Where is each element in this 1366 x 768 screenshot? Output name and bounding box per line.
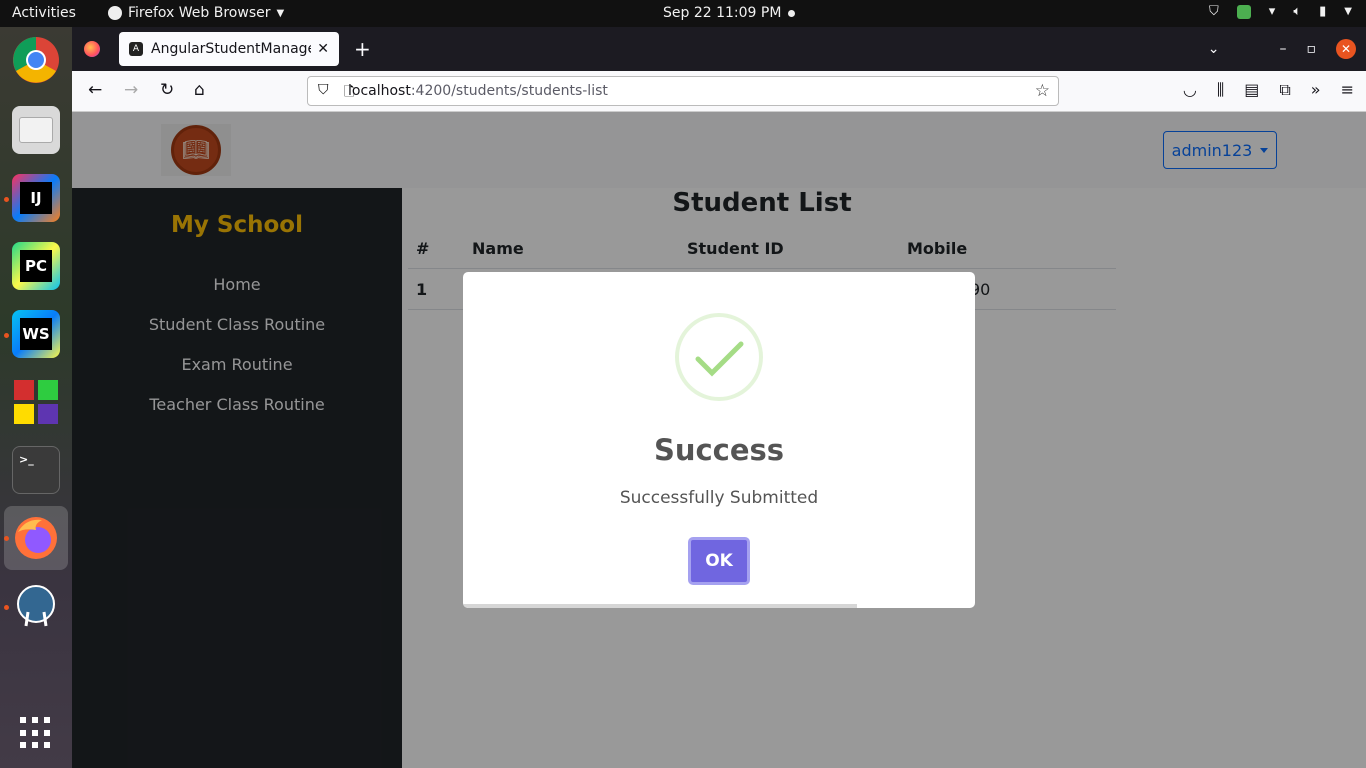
dialog-title: Success [653,433,785,467]
battery-icon[interactable]: ▮ [1319,4,1326,19]
firefox-view-icon[interactable] [84,41,100,57]
system-top-bar: Activities Firefox Web Browser ▼ Sep 22 … [0,0,1366,27]
tab-active[interactable]: A AngularStudentManagement ✕ [119,32,339,66]
tab-title: AngularStudentManagement [151,41,311,57]
home-icon[interactable]: ⌂ [194,80,205,100]
page-info-icon[interactable]: 🗋 [344,83,354,105]
tab-list-chevron-icon[interactable]: ⌄ [1208,41,1220,57]
tracking-shield-icon[interactable]: ⛉ [318,82,329,98]
chrome-icon[interactable] [12,36,60,84]
wifi-icon[interactable]: ▾ [1269,4,1276,19]
clock[interactable]: Sep 22 11:09 PM [663,5,781,21]
minimize-icon[interactable]: – [1280,41,1287,57]
url-host: localhost [348,83,411,99]
reload-icon[interactable]: ↻ [160,80,174,100]
bookmark-star-icon[interactable]: ☆ [1035,81,1050,101]
dialog-message: Successfully Submitted [619,488,819,508]
modal-backdrop[interactable]: Success Successfully Submitted OK [72,112,1366,768]
navigation-toolbar: ← → ↻ ⌂ ⛉ 🗋 localhost :4200/students/stu… [72,71,1366,112]
chevron-down-icon: ▼ [276,7,285,19]
terminal-icon[interactable]: >_ [12,446,60,494]
update-icon[interactable] [1236,4,1251,19]
dock: IJ PC WS >_ [0,27,72,768]
grid-app-icon[interactable] [12,378,60,426]
power-menu-icon[interactable]: ▼ [1344,6,1352,17]
files-icon[interactable] [12,106,60,154]
angular-favicon-icon: A [129,42,143,56]
timer-progress-bar [463,604,858,608]
sidebar-toggle-icon[interactable]: ▤ [1244,80,1259,100]
success-dialog: Success Successfully Submitted OK [463,272,975,608]
tab-bar: A AngularStudentManagement ✕ + ⌄ – ▫ ✕ [72,27,1366,71]
forward-icon[interactable]: → [124,80,138,100]
activities-button[interactable]: Activities [12,5,76,21]
firefox-small-icon [108,6,122,20]
pycharm-icon[interactable]: PC [12,242,60,290]
window-controls: ⌄ – ▫ ✕ [1208,39,1356,59]
success-check-icon [675,313,763,401]
maximize-icon[interactable]: ▫ [1307,41,1317,57]
webstorm-icon[interactable]: WS [12,310,60,358]
intellij-icon[interactable]: IJ [12,174,60,222]
library-icon[interactable]: ⫼ [1217,80,1224,100]
close-tab-icon[interactable]: ✕ [317,41,329,57]
pocket-icon[interactable]: ◡ [1183,80,1197,100]
shield-icon[interactable]: ⛉ [1209,4,1219,19]
web-page: 📖︎ admin123 My School Home Student Class… [72,112,1366,768]
notification-dot [788,10,795,17]
firefox-icon[interactable] [12,514,60,562]
system-tray[interactable]: ⛉ ▾ 🔈︎ ▮ ▼ [1209,4,1352,19]
show-apps-icon[interactable] [20,717,52,749]
running-indicator [4,605,9,610]
close-window-icon[interactable]: ✕ [1336,39,1356,59]
app-menu[interactable]: Firefox Web Browser ▼ [108,5,284,21]
overflow-chevron-icon[interactable]: » [1311,80,1321,100]
running-indicator [4,197,9,202]
browser-window: A AngularStudentManagement ✕ + ⌄ – ▫ ✕ ←… [72,27,1366,768]
app-menu-label: Firefox Web Browser [128,5,271,21]
url-path: :4200/students/students-list [410,83,608,99]
url-bar[interactable]: ⛉ 🗋 localhost :4200/students/students-li… [307,76,1059,106]
pgadmin-icon[interactable] [12,582,60,630]
new-tab-button[interactable]: + [354,37,371,61]
running-indicator [4,333,9,338]
running-indicator [4,536,9,541]
extensions-icon[interactable]: ⧉ [1279,80,1290,100]
volume-icon[interactable]: 🔈︎ [1293,4,1301,19]
back-icon[interactable]: ← [88,80,102,100]
hamburger-menu-icon[interactable]: ≡ [1341,80,1354,100]
ok-button[interactable]: OK [688,537,750,585]
toolbar-icons: ◡ ⫼ ▤ ⧉ » ≡ [1183,80,1354,100]
